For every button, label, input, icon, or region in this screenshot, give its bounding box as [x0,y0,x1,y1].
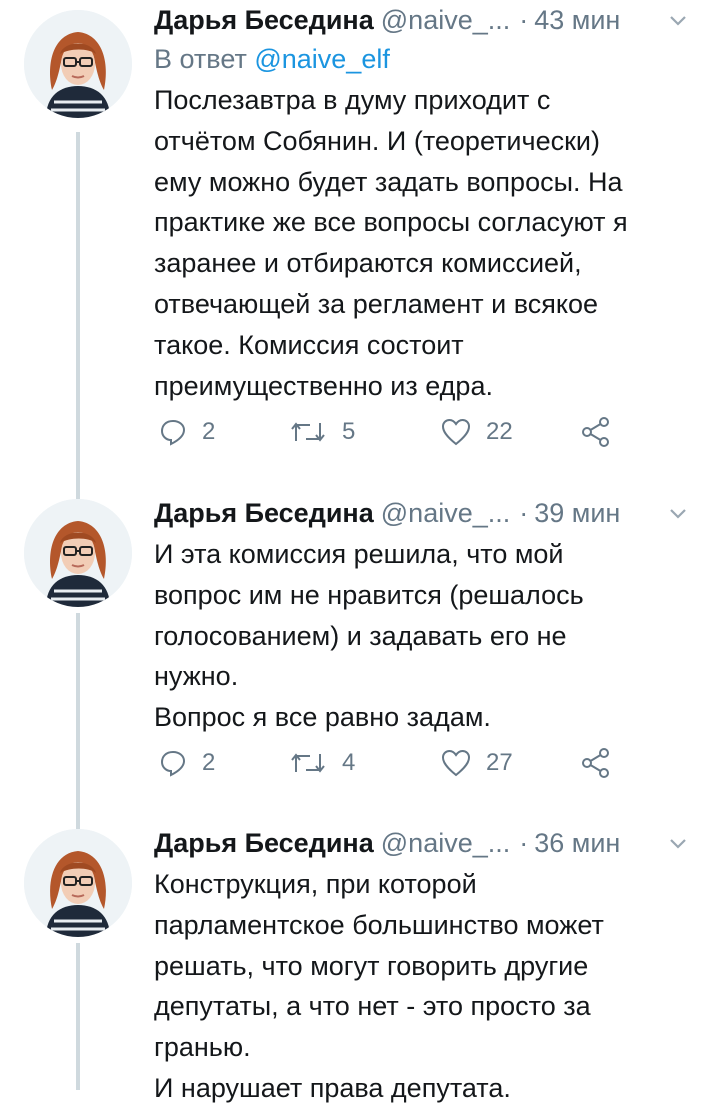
text-line: решать, что могут говорить другие [154,950,589,981]
text-line: вопрос им не нравится (решалось [154,579,584,610]
author-name[interactable]: Дарья Беседина [154,5,374,36]
retweet-count: 5 [342,418,356,445]
text-line: нужно. [154,661,239,692]
text-line: голосованием) и задавать его не [154,620,567,651]
thread-line [76,613,80,825]
heart-icon [441,418,471,446]
text-line: преимущественно из едра. [154,370,493,401]
timestamp[interactable]: 39 мин [534,498,620,529]
author-name[interactable]: Дарья Беседина [154,828,374,859]
share-icon [582,417,609,447]
reply-button[interactable]: 2 [158,743,215,783]
reply-to-prefix: В ответ [154,44,247,74]
retweet-button[interactable]: 4 [288,743,355,783]
thread-line [76,132,80,495]
text-line: отчётом Собянин. И (теоретически) [154,125,600,156]
action-bar: 2 5 22 [158,412,638,452]
text-line: практике же все вопросы согласуют я [154,207,628,238]
tweet-text: Конструкция, при которой парламентское б… [154,864,692,1109]
reply-count: 2 [202,418,216,445]
retweet-button[interactable]: 5 [288,412,355,452]
retweet-icon [291,422,325,442]
text-line: гранью. [154,1032,251,1063]
separator: · [519,497,529,528]
author-handle[interactable]: @naive_... [381,498,510,529]
reply-to-mention[interactable]: @naive_elf [254,44,390,74]
like-count: 22 [486,418,513,445]
separator: · [519,4,529,35]
avatar[interactable] [24,499,132,607]
share-button[interactable] [580,412,626,452]
text-line: парламентское большинство может [154,909,604,940]
tweet[interactable]: Дарья Беседина @naive_... · 36 мин Конст… [0,825,720,1103]
tweet[interactable]: Дарья Беседина @naive_... · 43 мин В отв… [0,0,720,495]
tweet-text: Послезавтра в думу приходит с отчётом Со… [154,80,692,406]
chevron-down-icon[interactable] [664,6,692,34]
text-line: ему можно будет задать вопросы. На [154,166,623,197]
retweet-icon [291,753,325,773]
share-button[interactable] [580,743,626,783]
reply-button[interactable]: 2 [158,412,215,452]
timestamp[interactable]: 43 мин [534,5,620,36]
retweet-count: 4 [342,749,356,776]
separator: · [519,827,529,858]
tweet-text: И эта комиссия решила, что мой вопрос им… [154,534,692,738]
reply-count: 2 [202,749,216,776]
heart-icon [441,749,471,777]
like-count: 27 [486,749,513,776]
text-line: депутаты, а что нет - это просто за [154,991,591,1022]
text-line: Послезавтра в думу приходит с [154,85,551,115]
text-line: И нарушает права депутата. [154,1072,511,1103]
author-handle[interactable]: @naive_... [381,5,510,36]
avatar[interactable] [24,829,132,937]
text-line: такое. Комиссия состоит [154,329,464,360]
author-handle[interactable]: @naive_... [381,828,510,859]
like-button[interactable]: 27 [440,743,513,783]
reply-to-label: В ответ @naive_elf [154,42,692,76]
tweet[interactable]: Дарья Беседина @naive_... · 39 мин И эта… [0,495,720,825]
chevron-down-icon[interactable] [664,829,692,857]
thread-line [76,943,80,1090]
timestamp[interactable]: 36 мин [534,828,620,859]
share-icon [582,748,609,778]
text-line: И эта комиссия решила, что мой [154,539,564,569]
reply-icon [160,419,186,446]
avatar[interactable] [24,10,132,118]
text-line: Вопрос я все равно задам. [154,702,491,733]
action-bar: 2 4 27 [158,743,638,783]
chevron-down-icon[interactable] [664,499,692,527]
text-line: отвечающей за регламент и всякое [154,288,598,319]
author-name[interactable]: Дарья Беседина [154,498,374,529]
like-button[interactable]: 22 [440,412,513,452]
text-line: заранее и отбираются комиссией, [154,248,582,279]
text-line: Конструкция, при которой [154,869,477,899]
reply-icon [160,750,186,777]
